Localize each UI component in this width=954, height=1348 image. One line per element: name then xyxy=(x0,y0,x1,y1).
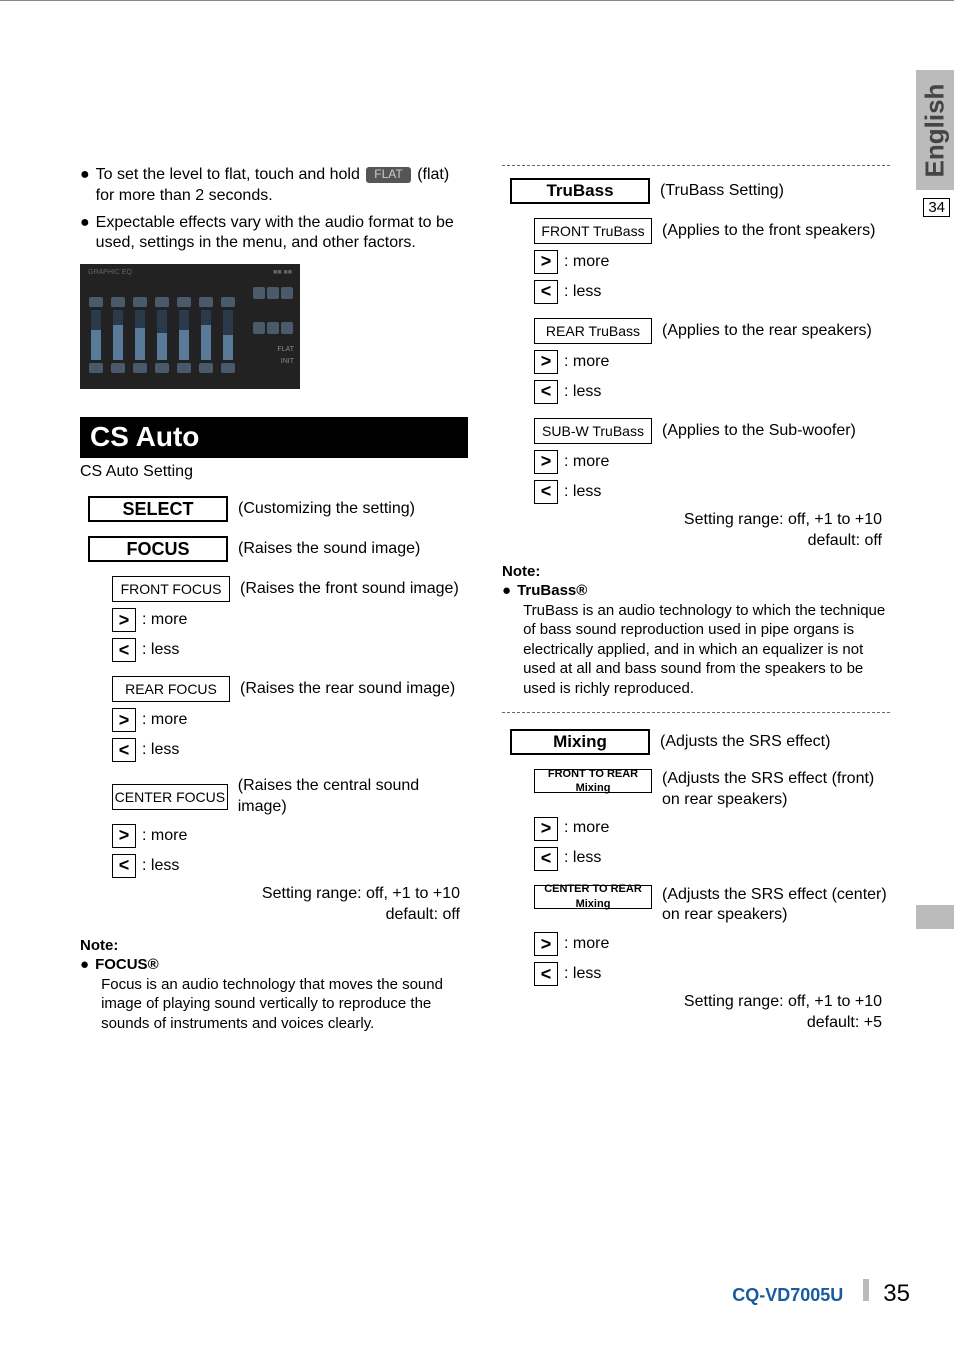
more-label: : more xyxy=(564,818,609,839)
less-label: : less xyxy=(142,856,179,877)
trubass-default: default: off xyxy=(502,531,890,552)
front-focus-desc: (Raises the front sound image) xyxy=(240,579,459,600)
bullet-icon: ● xyxy=(502,581,511,698)
subw-trubass-button[interactable]: SUB-W TruBass xyxy=(534,418,652,444)
less-arrow-icon[interactable]: < xyxy=(534,480,558,504)
center-focus-desc: (Raises the central sound image) xyxy=(238,776,468,818)
less-label: : less xyxy=(564,382,601,403)
mixing-button[interactable]: Mixing xyxy=(510,729,650,755)
less-arrow-icon[interactable]: < xyxy=(112,638,136,662)
eq-screenshot-image: GRAPHIC EQ■■ ■■ FLAT INIT xyxy=(80,264,300,389)
center-focus-button[interactable]: CENTER FOCUS xyxy=(112,784,228,810)
center-to-rear-mixing-desc: (Adjusts the SRS effect (center) on rear… xyxy=(662,885,887,927)
note-heading: FOCUS® xyxy=(95,956,159,973)
bullet-icon: ● xyxy=(80,213,90,255)
more-label: : more xyxy=(564,252,609,273)
page-reference-box: 34 xyxy=(923,198,950,217)
less-arrow-icon[interactable]: < xyxy=(112,738,136,762)
front-trubass-desc: (Applies to the front speakers) xyxy=(662,221,875,242)
less-label: : less xyxy=(564,848,601,869)
flat-button-graphic: FLAT xyxy=(366,167,410,183)
focus-button[interactable]: FOCUS xyxy=(88,536,228,562)
more-label: : more xyxy=(564,352,609,373)
more-arrow-icon[interactable]: > xyxy=(112,608,136,632)
more-label: : more xyxy=(564,452,609,473)
page-reference-number: 34 xyxy=(928,199,945,216)
less-arrow-icon[interactable]: < xyxy=(112,854,136,878)
language-tab-label: English xyxy=(920,83,951,177)
rear-trubass-button[interactable]: REAR TruBass xyxy=(534,318,652,344)
more-label: : more xyxy=(142,610,187,631)
less-arrow-icon[interactable]: < xyxy=(534,847,558,871)
rear-trubass-desc: (Applies to the rear speakers) xyxy=(662,321,872,342)
note-heading: TruBass® xyxy=(517,582,587,599)
more-arrow-icon[interactable]: > xyxy=(534,250,558,274)
trubass-range: Setting range: off, +1 to +10 xyxy=(502,510,890,531)
trubass-note: Note: ● TruBass® TruBass is an audio tec… xyxy=(502,562,890,699)
front-to-rear-mixing-desc: (Adjusts the SRS effect (front) on rear … xyxy=(662,769,874,811)
trubass-desc: (TruBass Setting) xyxy=(660,181,784,202)
more-label: : more xyxy=(564,934,609,955)
select-desc: (Customizing the setting) xyxy=(238,499,415,520)
bullet-icon: ● xyxy=(80,955,89,1033)
more-arrow-icon[interactable]: > xyxy=(112,824,136,848)
more-arrow-icon[interactable]: > xyxy=(534,350,558,374)
footer-bar-icon xyxy=(863,1279,869,1301)
mixing-desc: (Adjusts the SRS effect) xyxy=(660,732,830,753)
select-button[interactable]: SELECT xyxy=(88,496,228,522)
more-arrow-icon[interactable]: > xyxy=(112,708,136,732)
less-arrow-icon[interactable]: < xyxy=(534,280,558,304)
page-number: 35 xyxy=(883,1280,910,1308)
bullet-flat: ● To set the level to flat, touch and ho… xyxy=(80,165,468,207)
focus-default: default: off xyxy=(80,905,468,926)
note-body: TruBass is an audio technology to which … xyxy=(523,601,890,699)
subw-trubass-desc: (Applies to the Sub-woofer) xyxy=(662,421,856,442)
note-title: Note: xyxy=(80,936,468,956)
focus-range: Setting range: off, +1 to +10 xyxy=(80,884,468,905)
focus-desc: (Raises the sound image) xyxy=(238,539,420,560)
model-number: CQ-VD7005U xyxy=(732,1285,843,1306)
front-trubass-button[interactable]: FRONT TruBass xyxy=(534,218,652,244)
less-arrow-icon[interactable]: < xyxy=(534,962,558,986)
trubass-button[interactable]: TruBass xyxy=(510,178,650,204)
rear-focus-button[interactable]: REAR FOCUS xyxy=(112,676,230,702)
cs-auto-header: CS Auto xyxy=(80,417,468,457)
rear-focus-desc: (Raises the rear sound image) xyxy=(240,679,455,700)
more-arrow-icon[interactable]: > xyxy=(534,450,558,474)
bullet-effects: ● Expectable effects vary with the audio… xyxy=(80,213,468,255)
front-to-rear-mixing-button[interactable]: FRONT TO REAR Mixing xyxy=(534,769,652,793)
cs-auto-subtitle: CS Auto Setting xyxy=(80,462,468,483)
bullet-icon: ● xyxy=(80,165,90,207)
center-to-rear-mixing-button[interactable]: CENTER TO REAR Mixing xyxy=(534,885,652,909)
front-focus-button[interactable]: FRONT FOCUS xyxy=(112,576,230,602)
mixing-default: default: +5 xyxy=(502,1013,890,1034)
bullet-effects-text: Expectable effects vary with the audio f… xyxy=(96,213,468,255)
less-arrow-icon[interactable]: < xyxy=(534,380,558,404)
bullet-flat-text-a: To set the level to flat, touch and hold xyxy=(96,166,360,183)
note-title: Note: xyxy=(502,562,890,582)
mixing-range: Setting range: off, +1 to +10 xyxy=(502,992,890,1013)
more-label: : more xyxy=(142,826,187,847)
focus-note: Note: ● FOCUS® Focus is an audio technol… xyxy=(80,936,468,1034)
less-label: : less xyxy=(564,482,601,503)
more-label: : more xyxy=(142,710,187,731)
language-tab: English xyxy=(916,70,954,190)
more-arrow-icon[interactable]: > xyxy=(534,817,558,841)
less-label: : less xyxy=(142,740,179,761)
less-label: : less xyxy=(142,640,179,661)
less-label: : less xyxy=(564,964,601,985)
less-label: : less xyxy=(564,282,601,303)
side-gray-marker xyxy=(916,905,954,929)
page-footer: CQ-VD7005U 35 xyxy=(732,1279,910,1308)
more-arrow-icon[interactable]: > xyxy=(534,932,558,956)
note-body: Focus is an audio technology that moves … xyxy=(101,975,468,1034)
